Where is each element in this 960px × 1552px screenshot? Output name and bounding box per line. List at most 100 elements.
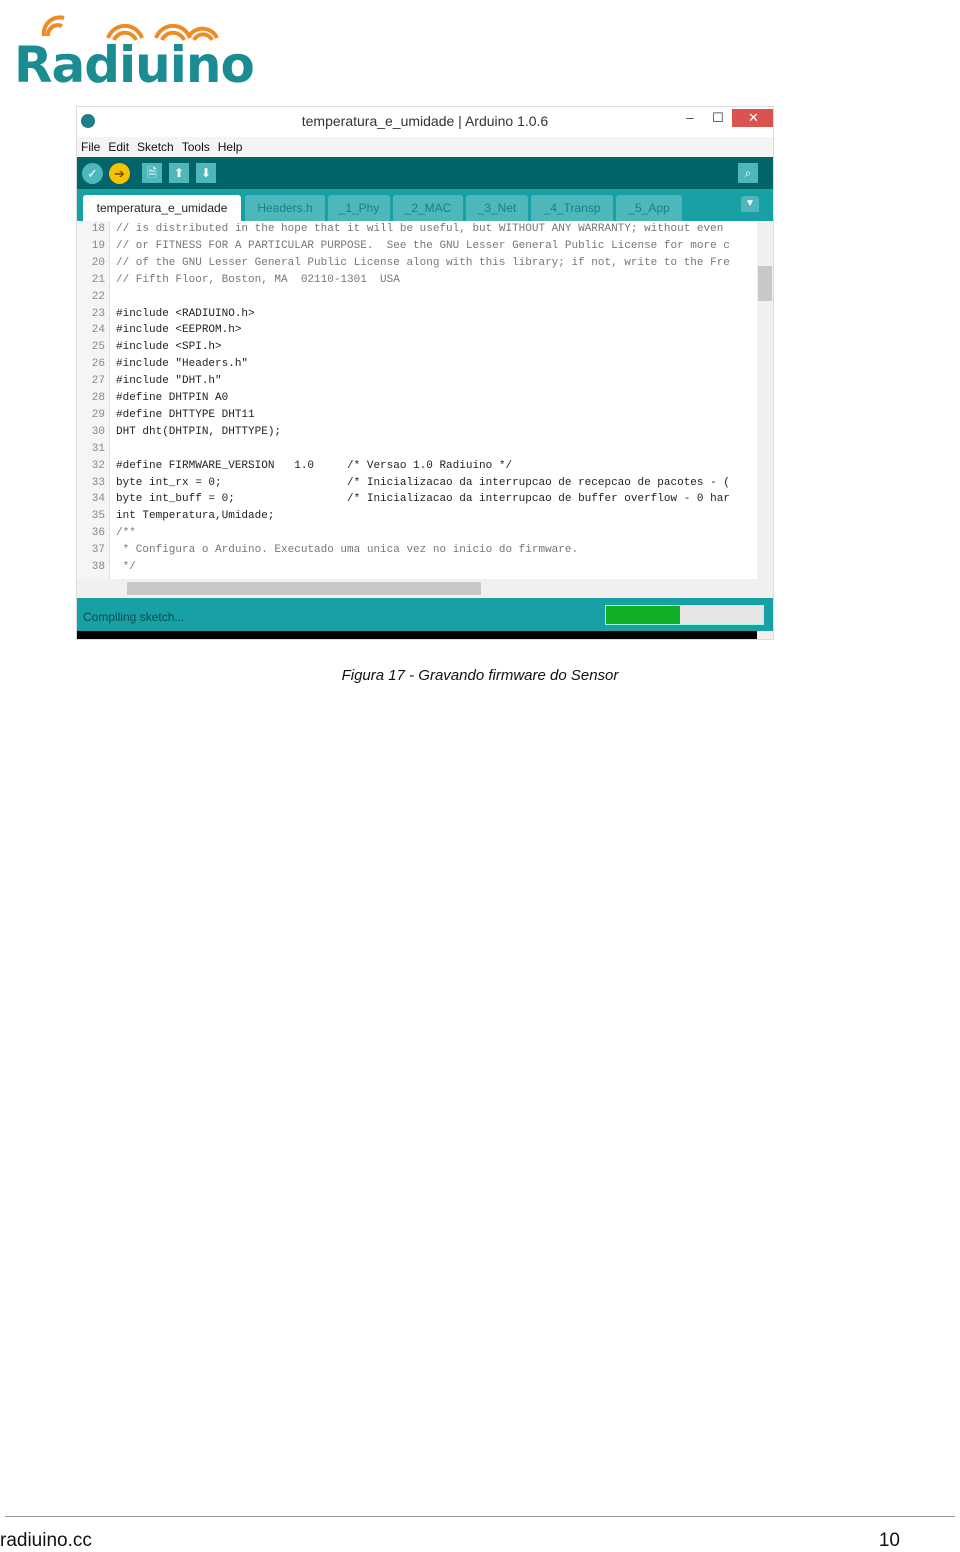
- code-text: /**: [116, 527, 136, 540]
- tab-app[interactable]: _5_App: [616, 195, 682, 221]
- code-text: DHT dht(DHTPIN, DHTTYPE);: [116, 425, 282, 438]
- save-button[interactable]: ⬇: [196, 163, 216, 183]
- line-number: 31: [91, 442, 105, 455]
- tab-bar: temperatura_e_umidade Headers.h _1_Phy _…: [77, 189, 773, 221]
- window-title: temperatura_e_umidade | Arduino 1.0.6: [301, 113, 549, 129]
- menu-file[interactable]: File: [81, 140, 100, 154]
- figure-caption: Figura 17 - Gravando firmware do Sensor: [341, 667, 619, 684]
- code-text: byte int_buff = 0; /* Inicializacao da i…: [116, 493, 730, 506]
- code-text: #define DHTPIN A0: [116, 392, 229, 404]
- progress-fill: [606, 606, 680, 624]
- code-line: 33 byte int_rx = 0; /* Inicializacao da i…: [77, 475, 757, 492]
- code-text: byte int_rx = 0; /* Inicializacao da int…: [116, 476, 730, 489]
- code-editor[interactable]: 18 // is distributed in the hope that it …: [77, 221, 757, 579]
- line-number: 24: [91, 324, 105, 337]
- line-number: 34: [91, 493, 105, 506]
- code-line: 37 * Configura o Arduino. Executado uma …: [77, 542, 757, 559]
- verify-button[interactable]: ✓: [82, 163, 103, 184]
- code-line: 34 byte int_buff = 0; /* Inicializacao da…: [77, 491, 757, 508]
- code-line: 30 DHT dht(DHTPIN, DHTTYPE);: [77, 424, 757, 441]
- tab-mac[interactable]: _2_MAC: [393, 195, 463, 221]
- code-line: 18 // is distributed in the hope that it …: [77, 221, 757, 238]
- open-button[interactable]: ⬆: [169, 163, 189, 183]
- menu-bar: File Edit Sketch Tools Help: [77, 137, 773, 157]
- code-line: 22: [77, 289, 757, 306]
- menu-edit[interactable]: Edit: [108, 140, 129, 154]
- upload-button[interactable]: ➔: [109, 163, 130, 184]
- code-text: * Configura o Arduino. Executado uma uni…: [116, 544, 579, 557]
- serial-monitor-button[interactable]: ⌕: [738, 163, 758, 183]
- code-text: #include <EEPROM.h>: [116, 324, 242, 337]
- code-line: 32 #define FIRMWARE_VERSION 1.0 /* Versao…: [77, 458, 757, 475]
- code-line: 26 #include "Headers.h": [77, 356, 757, 373]
- line-number: 30: [91, 425, 105, 438]
- toolbar: ✓ ➔ 🗎 ⬆ ⬇ ⌕: [77, 157, 773, 189]
- line-number: 29: [91, 408, 105, 421]
- logo-text: Radiuino: [14, 36, 255, 94]
- code-text: // of the GNU Lesser General Public Lice…: [116, 256, 730, 269]
- code-line: 24 #include <EEPROM.h>: [77, 322, 757, 339]
- menu-tools[interactable]: Tools: [182, 140, 210, 154]
- code-text: #include <SPI.h>: [116, 341, 222, 354]
- line-number: 32: [91, 459, 105, 472]
- horizontal-scroll-thumb[interactable]: [127, 582, 481, 595]
- line-number: 36: [91, 527, 105, 540]
- code-text: // Fifth Floor, Boston, MA 02110-1301 US…: [116, 273, 400, 286]
- line-number: 28: [91, 392, 105, 404]
- code-text: // or FITNESS FOR A PARTICULAR PURPOSE. …: [116, 239, 730, 252]
- code-line: 21 // Fifth Floor, Boston, MA 02110-1301 …: [77, 272, 757, 289]
- code-line: 35 int Temperatura,Umidade;: [77, 508, 757, 525]
- status-text: Compiling sketch...: [83, 610, 185, 624]
- arduino-window: temperatura_e_umidade | Arduino 1.0.6 – …: [76, 106, 774, 640]
- footer-divider: [5, 1516, 955, 1517]
- tab-menu-icon[interactable]: ▼: [741, 196, 759, 212]
- maximize-button[interactable]: ☐: [705, 109, 731, 127]
- line-number: 38: [91, 561, 105, 573]
- tab-phy[interactable]: _1_Phy: [328, 195, 390, 221]
- tab-temperatura-e-umidade[interactable]: temperatura_e_umidade: [83, 195, 241, 221]
- progress-bar: [605, 605, 764, 625]
- close-button[interactable]: ✕: [732, 109, 773, 127]
- code-text: #include "DHT.h": [116, 375, 222, 388]
- line-number: 20: [91, 256, 105, 269]
- vertical-scroll-thumb[interactable]: [758, 266, 772, 301]
- line-number: 27: [91, 375, 105, 388]
- menu-sketch[interactable]: Sketch: [137, 140, 174, 154]
- menu-help[interactable]: Help: [218, 140, 243, 154]
- line-number: 35: [91, 510, 105, 523]
- code-text: #define FIRMWARE_VERSION 1.0 /* Versao 1…: [116, 459, 513, 472]
- line-number: 19: [91, 239, 105, 252]
- line-number: 33: [91, 476, 105, 489]
- code-line: 36 /**: [77, 525, 757, 542]
- code-line: 28 #define DHTPIN A0: [77, 390, 757, 407]
- tab-headers[interactable]: Headers.h: [245, 195, 325, 221]
- line-number: 22: [91, 290, 105, 303]
- code-line: 25 #include <SPI.h>: [77, 339, 757, 356]
- title-bar: temperatura_e_umidade | Arduino 1.0.6 – …: [77, 107, 773, 137]
- code-line: 20 // of the GNU Lesser General Public Li…: [77, 255, 757, 272]
- code-text: #include <RADIUINO.h>: [116, 307, 255, 320]
- console-output: [77, 631, 757, 639]
- code-text: int Temperatura,Umidade;: [116, 510, 275, 523]
- line-number: 25: [91, 341, 105, 354]
- line-number: 37: [91, 544, 105, 557]
- status-bar: Compiling sketch...: [77, 598, 773, 631]
- line-number: 18: [91, 223, 105, 235]
- line-number: 23: [91, 307, 105, 320]
- code-line: 27 #include "DHT.h": [77, 373, 757, 390]
- line-number: 26: [91, 358, 105, 371]
- code-text: */: [116, 561, 136, 573]
- horizontal-scrollbar[interactable]: [109, 579, 757, 598]
- tab-transp[interactable]: _4_Transp: [531, 195, 613, 221]
- new-button[interactable]: 🗎: [142, 163, 162, 183]
- line-number: 21: [91, 273, 105, 286]
- vertical-scrollbar[interactable]: [757, 221, 773, 579]
- code-text: // is distributed in the hope that it wi…: [116, 223, 724, 235]
- code-text: #include "Headers.h": [116, 358, 249, 371]
- radiuino-logo: Radiuino: [14, 14, 255, 94]
- code-line: 31: [77, 441, 757, 458]
- code-text: #define DHTTYPE DHT11: [116, 408, 255, 421]
- minimize-button[interactable]: –: [677, 109, 703, 127]
- tab-net[interactable]: _3_Net: [466, 195, 528, 221]
- code-line: 23 #include <RADIUINO.h>: [77, 306, 757, 323]
